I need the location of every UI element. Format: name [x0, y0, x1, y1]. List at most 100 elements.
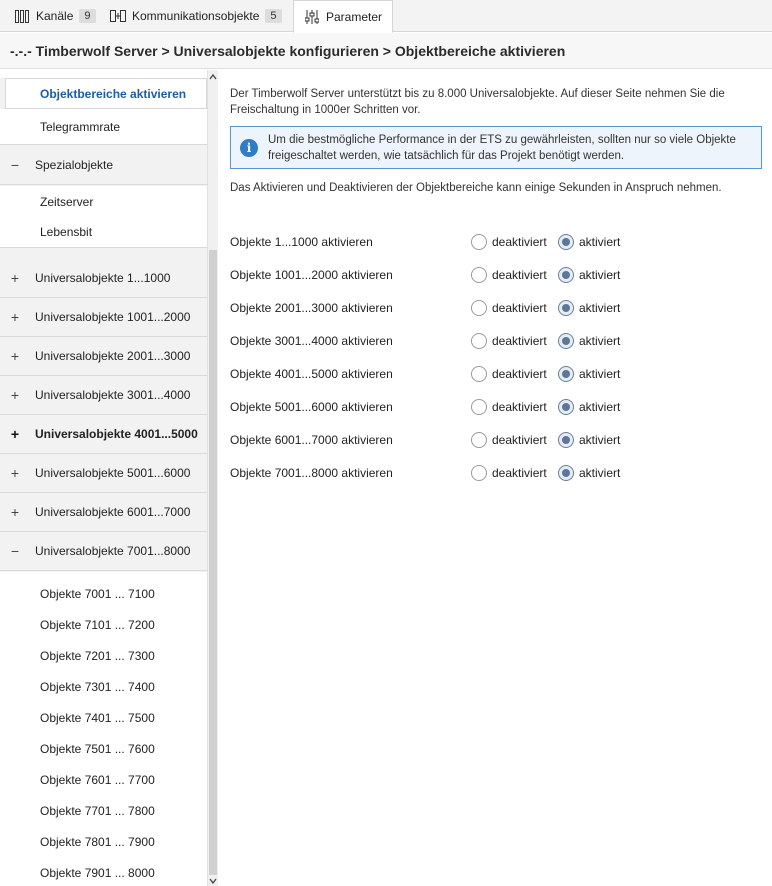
option-row: Objekte 1...1000 aktivieren deaktiviert ak… [230, 232, 770, 252]
scroll-up-icon[interactable] [208, 72, 218, 82]
radio-aktiviert-label[interactable]: aktiviert [579, 367, 620, 381]
intro-text: Der Timberwolf Server unterstützt bis zu… [230, 88, 725, 116]
radio-aktiviert-label[interactable]: aktiviert [579, 334, 620, 348]
radio-deaktiviert[interactable] [471, 234, 487, 250]
radio-aktiviert[interactable] [558, 300, 574, 316]
radio-deaktiviert[interactable] [471, 300, 487, 316]
collapse-icon[interactable]: − [10, 543, 20, 559]
sidebar-item-objekte-7501-7600[interactable]: Objekte 7501 ... 7600 [0, 733, 207, 764]
sidebar-group-universalobjekte-6001-7000[interactable]: + Universalobjekte 6001...7000 [0, 493, 207, 532]
note-text: Das Aktivieren und Deaktivieren der Obje… [230, 182, 722, 194]
sidebar-group-universalobjekte-1001-2000[interactable]: + Universalobjekte 1001...2000 [0, 298, 207, 337]
tab-kanaele[interactable]: Kanäle 9 [4, 0, 106, 32]
option-row-label: Objekte 6001...7000 aktivieren [230, 433, 393, 447]
option-row-label: Objekte 1001...2000 aktivieren [230, 268, 393, 282]
expand-icon[interactable]: + [10, 465, 20, 481]
sidebar-item-objekte-7901-8000[interactable]: Objekte 7901 ... 8000 [0, 857, 207, 886]
sidebar-item-objektbereiche-aktivieren[interactable]: Objektbereiche aktivieren [5, 78, 207, 109]
scroll-down-icon[interactable] [208, 876, 218, 886]
expand-icon[interactable]: + [10, 348, 20, 364]
radio-aktiviert[interactable] [558, 432, 574, 448]
radio-aktiviert-label[interactable]: aktiviert [579, 235, 620, 249]
option-row: Objekte 7001...8000 aktivieren deaktivier… [230, 463, 770, 483]
radio-aktiviert-label[interactable]: aktiviert [579, 268, 620, 282]
sidebar-group-universalobjekte-3001-4000[interactable]: + Universalobjekte 3001...4000 [0, 376, 207, 415]
sidebar-group-universalobjekte-2001-3000[interactable]: + Universalobjekte 2001...3000 [0, 337, 207, 376]
sidebar-group-spezialobjekte[interactable]: − Spezialobjekte [0, 146, 207, 185]
radio-aktiviert[interactable] [558, 366, 574, 382]
expand-icon[interactable]: + [10, 309, 20, 325]
radio-aktiviert-label[interactable]: aktiviert [579, 433, 620, 447]
option-row-label: Objekte 2001...3000 aktivieren [230, 301, 393, 315]
sidebar-group-label: Universalobjekte 5001...6000 [35, 466, 191, 480]
expand-icon[interactable]: + [10, 387, 20, 403]
option-row: Objekte 5001...6000 aktivieren deaktivier… [230, 397, 770, 417]
radio-deaktiviert-label[interactable]: deaktiviert [492, 400, 547, 414]
radio-aktiviert[interactable] [558, 333, 574, 349]
tab-parameter-label: Parameter [326, 9, 383, 24]
sidebar-item-objekte-7001-7100[interactable]: Objekte 7001 ... 7100 [0, 578, 207, 609]
sidebar-group-label: Universalobjekte 1...1000 [35, 271, 171, 285]
sidebar-group-label: Universalobjekte 1001...2000 [35, 310, 191, 324]
sidebar-group-universalobjekte-5001-6000[interactable]: + Universalobjekte 5001...6000 [0, 454, 207, 493]
radio-aktiviert[interactable] [558, 267, 574, 283]
tab-kommunikationsobjekte-label: Kommunikationsobjekte [132, 9, 260, 23]
sidebar-item-objekte-7201-7300[interactable]: Objekte 7201 ... 7300 [0, 640, 207, 671]
info-icon: i [240, 138, 258, 157]
tab-kanaele-label: Kanäle [36, 9, 74, 23]
sidebar-group-label: Universalobjekte 6001...7000 [35, 505, 191, 519]
sidebar-item-lebensbit[interactable]: Lebensbit [0, 217, 207, 248]
sidebar-item-objekte-7101-7200[interactable]: Objekte 7101 ... 7200 [0, 609, 207, 640]
tab-parameter[interactable]: Parameter [293, 0, 394, 33]
radio-deaktiviert-label[interactable]: deaktiviert [492, 466, 547, 480]
sidebar-item-objekte-7801-7900[interactable]: Objekte 7801 ... 7900 [0, 826, 207, 857]
breadcrumb: -.-.- Timberwolf Server > Universalobjek… [0, 33, 772, 69]
radio-deaktiviert[interactable] [471, 432, 487, 448]
radio-aktiviert[interactable] [558, 234, 574, 250]
option-row: Objekte 3001...4000 aktivieren deaktivier… [230, 331, 770, 351]
radio-aktiviert-label[interactable]: aktiviert [579, 400, 620, 414]
radio-deaktiviert[interactable] [471, 267, 487, 283]
scrollbar-thumb[interactable] [209, 250, 217, 875]
radio-deaktiviert-label[interactable]: deaktiviert [492, 268, 547, 282]
sidebar-group-universalobjekte-4001-5000[interactable]: + Universalobjekte 4001...5000 [0, 415, 207, 454]
sidebar-group-universalobjekte-7001-8000[interactable]: − Universalobjekte 7001...8000 [0, 532, 207, 571]
radio-deaktiviert-label[interactable]: deaktiviert [492, 334, 547, 348]
option-row: Objekte 2001...3000 aktivieren deaktivier… [230, 298, 770, 318]
sidebar-item-objekte-7301-7400[interactable]: Objekte 7301 ... 7400 [0, 671, 207, 702]
radio-deaktiviert[interactable] [471, 366, 487, 382]
info-text: Um die bestmögliche Performance in der E… [268, 133, 736, 162]
sidebar: Objektbereiche aktivieren Telegrammrate … [0, 70, 207, 886]
radio-deaktiviert-label[interactable]: deaktiviert [492, 367, 547, 381]
info-box: i Um die bestmögliche Performance in der… [230, 126, 762, 169]
radio-deaktiviert-label[interactable]: deaktiviert [492, 301, 547, 315]
radio-aktiviert-label[interactable]: aktiviert [579, 301, 620, 315]
sidebar-item-objekte-7701-7800[interactable]: Objekte 7701 ... 7800 [0, 795, 207, 826]
radio-deaktiviert[interactable] [471, 399, 487, 415]
expand-icon[interactable]: + [10, 270, 20, 286]
radio-deaktiviert-label[interactable]: deaktiviert [492, 433, 547, 447]
option-row: Objekte 1001...2000 aktivieren deaktivier… [230, 265, 770, 285]
radio-deaktiviert[interactable] [471, 465, 487, 481]
tab-kanaele-badge: 9 [79, 9, 96, 23]
sidebar-group-label: Spezialobjekte [35, 158, 114, 172]
sidebar-item-telegrammrate[interactable]: Telegrammrate [0, 109, 207, 145]
expand-icon[interactable]: + [10, 426, 20, 442]
sidebar-group-label: Universalobjekte 3001...4000 [35, 388, 191, 402]
radio-deaktiviert-label[interactable]: deaktiviert [492, 235, 547, 249]
radio-aktiviert-label[interactable]: aktiviert [579, 466, 620, 480]
sidebar-group-universalobjekte-1-1000[interactable]: + Universalobjekte 1...1000 [0, 259, 207, 298]
sidebar-item-objekte-7601-7700[interactable]: Objekte 7601 ... 7700 [0, 764, 207, 795]
radio-aktiviert[interactable] [558, 399, 574, 415]
expand-icon[interactable]: + [10, 504, 20, 520]
radio-deaktiviert[interactable] [471, 333, 487, 349]
sidebar-item-objekte-7401-7500[interactable]: Objekte 7401 ... 7500 [0, 702, 207, 733]
radio-aktiviert[interactable] [558, 465, 574, 481]
tab-kommunikationsobjekte[interactable]: Kommunikationsobjekte 5 [100, 0, 292, 32]
sidebar-group-label: Universalobjekte 7001...8000 [35, 544, 191, 558]
collapse-icon[interactable]: − [10, 157, 20, 173]
sidebar-scrollbar[interactable] [207, 70, 218, 886]
tab-kommunikationsobjekte-badge: 5 [265, 9, 282, 23]
sidebar-item-zeitserver[interactable]: Zeitserver [0, 186, 207, 217]
tab-bar: Kanäle 9 Kommunikationsobjekte 5 Paramet… [0, 0, 772, 33]
